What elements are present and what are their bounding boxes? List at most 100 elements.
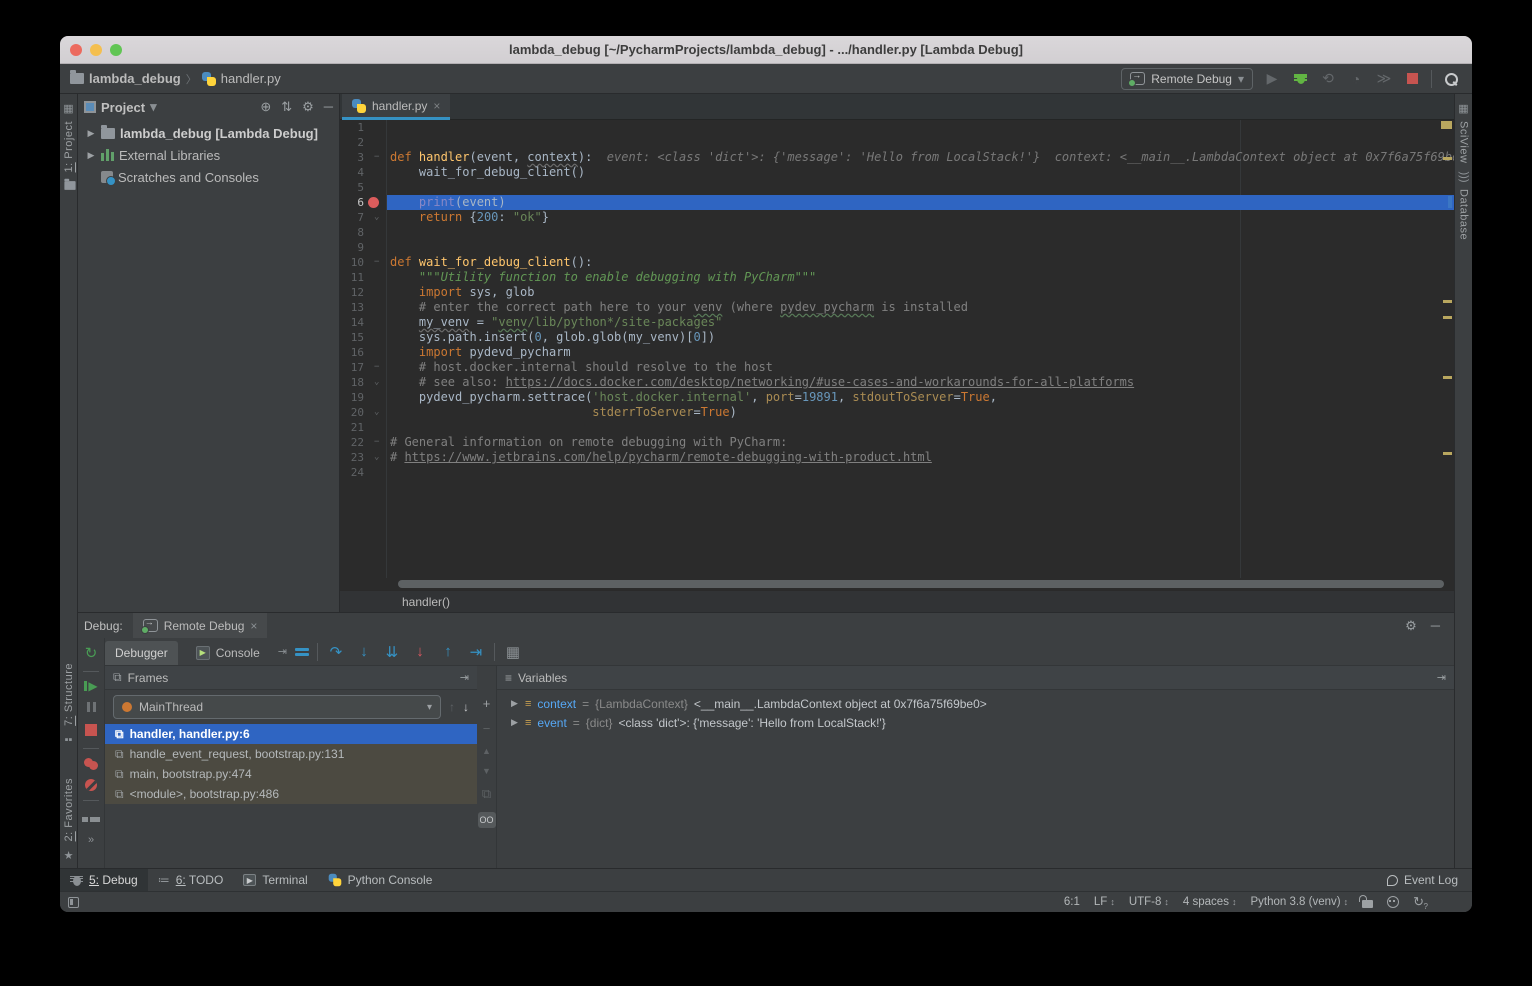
- line-number[interactable]: 12: [340, 285, 364, 300]
- mute-breakpoints-button[interactable]: [85, 779, 97, 791]
- line-number[interactable]: 3: [340, 150, 364, 165]
- project-panel-title[interactable]: Project: [101, 100, 145, 115]
- code-line[interactable]: 3−def handler(event, context): event: <c…: [340, 150, 1454, 165]
- line-number[interactable]: 24: [340, 465, 364, 480]
- step-into-my-code-icon[interactable]: ↓: [410, 643, 430, 660]
- close-window-button[interactable]: [70, 44, 82, 56]
- step-into-icon[interactable]: ↓: [354, 643, 374, 660]
- unlock-icon[interactable]: [1362, 900, 1373, 908]
- tree-arrow-icon[interactable]: ▶: [86, 150, 96, 161]
- tab-console[interactable]: ▶ Console: [186, 641, 270, 665]
- code-line[interactable]: 14 my_venv = "venv/lib/python*/site-pack…: [340, 315, 1454, 330]
- line-number[interactable]: 15: [340, 330, 364, 345]
- variable-row[interactable]: ▶≡event = {dict} <class 'dict'>: {'messa…: [497, 713, 1454, 732]
- restore-layout-button[interactable]: [81, 810, 101, 825]
- code-line[interactable]: 22−# General information on remote debug…: [340, 435, 1454, 450]
- tool-button-database[interactable]: Database: [1458, 189, 1470, 240]
- stripe-mark[interactable]: [1443, 300, 1452, 303]
- stack-frame[interactable]: ⧉handler, handler.py:6: [105, 724, 477, 744]
- tool-button-debug[interactable]: 5: Debug: [60, 869, 148, 891]
- fold-marker-icon[interactable]: ⌄: [374, 405, 379, 420]
- line-number[interactable]: 1: [340, 120, 364, 135]
- line-number[interactable]: 2: [340, 135, 364, 150]
- line-number[interactable]: 11: [340, 270, 364, 285]
- more-icon[interactable]: »: [88, 834, 94, 846]
- tree-item[interactable]: ▶External Libraries: [78, 144, 339, 166]
- collapse-all-button[interactable]: ⇅: [281, 99, 292, 115]
- tool-button-python-console[interactable]: Python Console: [318, 869, 443, 891]
- stripe-mark[interactable]: [1443, 376, 1452, 379]
- locate-file-button[interactable]: ⊕: [260, 99, 271, 115]
- tool-button-project[interactable]: 1: Project: [63, 121, 75, 172]
- stop-debug-button[interactable]: [85, 724, 97, 739]
- code-line[interactable]: 6 print(event): [340, 195, 1454, 210]
- code-line[interactable]: 17− # host.docker.internal should resolv…: [340, 360, 1454, 375]
- view-breakpoints-button[interactable]: [84, 758, 98, 770]
- stripe-mark[interactable]: [1443, 452, 1452, 455]
- evaluate-expression-icon[interactable]: ▦: [503, 643, 523, 661]
- thread-selector[interactable]: MainThread ▾: [113, 695, 441, 719]
- breadcrumb-function[interactable]: handler(): [402, 595, 450, 609]
- line-number[interactable]: 13: [340, 300, 364, 315]
- code-line[interactable]: 15 sys.path.insert(0, glob.glob(my_venv)…: [340, 330, 1454, 345]
- line-number[interactable]: 23: [340, 450, 364, 465]
- run-with-coverage-button[interactable]: ⟲: [1319, 70, 1337, 88]
- force-step-into-icon[interactable]: ⇊: [382, 643, 402, 661]
- debug-button[interactable]: [1291, 70, 1309, 88]
- run-button[interactable]: ▶: [1263, 70, 1281, 88]
- code-editor[interactable]: 123−def handler(event, context): event: …: [340, 120, 1454, 578]
- stripe-mark[interactable]: [1448, 196, 1452, 208]
- run-targets-button[interactable]: ≫: [1375, 70, 1393, 88]
- fold-marker-icon[interactable]: ⌄: [374, 375, 379, 390]
- line-number[interactable]: 8: [340, 225, 364, 240]
- step-over-icon[interactable]: ↷: [326, 643, 346, 661]
- show-execution-point-icon[interactable]: [295, 646, 309, 658]
- scrollbar-thumb[interactable]: [398, 580, 1444, 588]
- previous-frame-button[interactable]: ↑: [449, 700, 455, 714]
- stripe-mark[interactable]: [1443, 316, 1452, 319]
- breadcrumb-project[interactable]: lambda_debug: [89, 71, 181, 86]
- code-line[interactable]: 10−def wait_for_debug_client():: [340, 255, 1454, 270]
- stack-frame[interactable]: ⧉handle_event_request, bootstrap.py:131: [105, 744, 477, 764]
- code-line[interactable]: 18⌄ # see also: https://docs.docker.com/…: [340, 375, 1454, 390]
- debug-session-tab[interactable]: Remote Debug ×: [133, 613, 268, 638]
- line-number[interactable]: 21: [340, 420, 364, 435]
- resume-button[interactable]: ▶: [84, 681, 97, 691]
- code-line[interactable]: 19 pydevd_pycharm.settrace('host.docker.…: [340, 390, 1454, 405]
- project-settings-button[interactable]: ⚙: [302, 99, 314, 115]
- code-line[interactable]: 9: [340, 240, 1454, 255]
- error-stripe[interactable]: [1440, 120, 1453, 578]
- tool-button-favorites[interactable]: 2: Favorites: [63, 778, 75, 841]
- search-everywhere-button[interactable]: [1442, 70, 1460, 88]
- stripe-mark[interactable]: [1441, 121, 1452, 129]
- hector-inspector-icon[interactable]: [1387, 896, 1399, 908]
- close-tab-icon[interactable]: ×: [433, 99, 440, 113]
- stop-button[interactable]: [1403, 70, 1421, 88]
- line-number[interactable]: 10: [340, 255, 364, 270]
- line-number[interactable]: 5: [340, 180, 364, 195]
- debug-settings-button[interactable]: ⚙: [1405, 618, 1417, 634]
- code-line[interactable]: 21: [340, 420, 1454, 435]
- close-icon[interactable]: ×: [250, 619, 257, 633]
- sync-icon[interactable]: ↻: [1413, 894, 1424, 910]
- remove-watch-button[interactable]: −: [483, 721, 491, 736]
- code-line[interactable]: 1: [340, 120, 1454, 135]
- run-configuration-selector[interactable]: Remote Debug ▾: [1121, 68, 1253, 90]
- line-number[interactable]: 9: [340, 240, 364, 255]
- line-number[interactable]: 4: [340, 165, 364, 180]
- fold-marker-icon[interactable]: −: [374, 255, 379, 270]
- fold-marker-icon[interactable]: ⌄: [374, 210, 379, 225]
- add-watch-button[interactable]: +: [483, 696, 491, 711]
- line-number[interactable]: 18: [340, 375, 364, 390]
- run-to-cursor-icon[interactable]: ⇥: [466, 643, 486, 661]
- zoom-window-button[interactable]: [110, 44, 122, 56]
- tree-item[interactable]: ▶lambda_debug [Lambda Debug]: [78, 122, 339, 144]
- hide-panel-button[interactable]: ─: [324, 99, 333, 115]
- breakpoint-icon[interactable]: [368, 197, 379, 208]
- rerun-button[interactable]: ↻: [85, 644, 98, 662]
- line-number[interactable]: 6: [340, 195, 364, 210]
- profiler-button[interactable]: ◔: [1347, 70, 1365, 88]
- line-number[interactable]: 7: [340, 210, 364, 225]
- duplicate-watch-button[interactable]: ⧉: [482, 786, 491, 802]
- tree-arrow-icon[interactable]: ▶: [86, 128, 96, 139]
